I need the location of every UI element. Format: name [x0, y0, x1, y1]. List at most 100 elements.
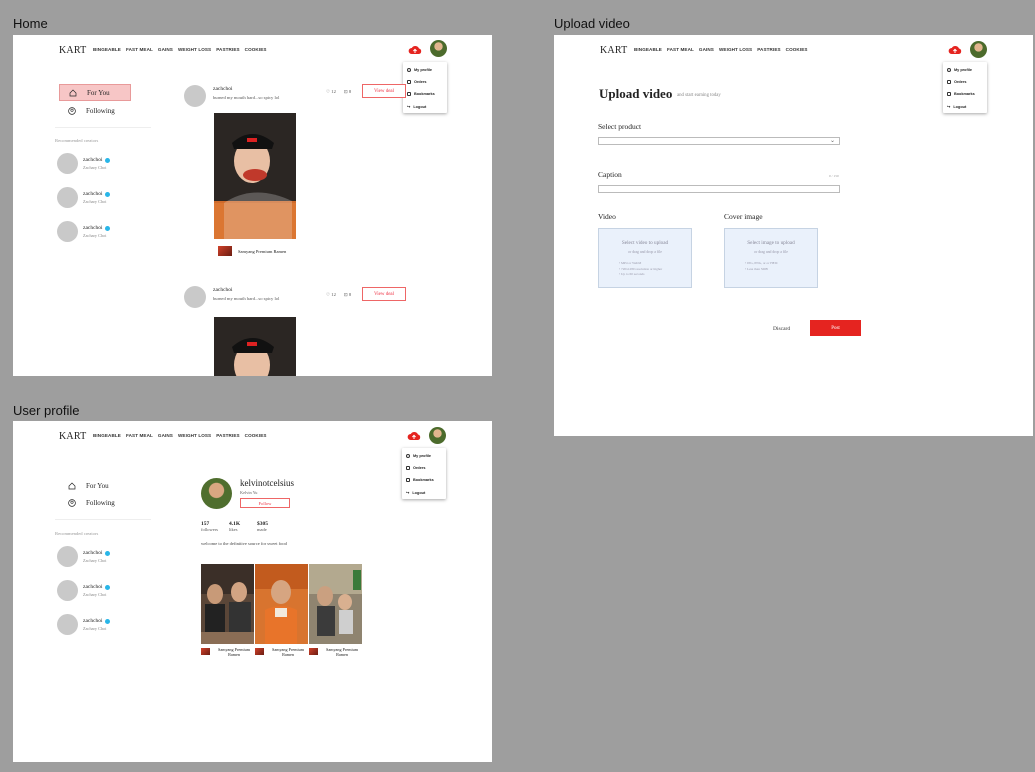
sidebar-item-following[interactable]: Following	[59, 102, 131, 119]
post-username[interactable]: zachchoi	[213, 287, 233, 293]
post-product[interactable]: Samyang Premium Ramen	[218, 246, 286, 256]
creator-avatar	[57, 153, 78, 174]
cart-count[interactable]: ⊡ 8	[344, 292, 351, 298]
post-video[interactable]	[214, 113, 296, 239]
menu-item-bookmarks[interactable]: Bookmarks	[947, 92, 975, 96]
view-deal-button[interactable]: View deal	[362, 84, 406, 98]
menu-item-my-profile[interactable]: My profile	[407, 68, 432, 72]
sidebar-label-following: Following	[86, 498, 115, 507]
nav-link-pastries[interactable]: PASTRIES	[757, 47, 780, 52]
creator-card[interactable]: zachchoi Zachary Choi	[57, 546, 147, 568]
nav-link-gains[interactable]: GAINS	[158, 47, 173, 52]
bag-icon	[407, 80, 411, 84]
nav-link-cookies[interactable]: COOKIES	[786, 47, 808, 52]
cover-image-dropzone[interactable]: Select image to upload or drag and drop …	[724, 228, 818, 288]
product-thumbnail	[201, 648, 210, 655]
menu-item-logout[interactable]: ↪ Logout	[947, 104, 966, 109]
video-caption: Samyang Premium Ramen	[201, 647, 255, 657]
frame-label-upload: Upload video	[554, 16, 630, 31]
creator-card[interactable]: zachchoi Zachary Choi	[57, 221, 147, 243]
nav-link-cookies[interactable]: COOKIES	[245, 433, 267, 438]
caption-input[interactable]	[598, 185, 840, 193]
product-thumbnail	[309, 648, 318, 655]
post-username[interactable]: zachchoi	[213, 86, 233, 92]
frame-label-home: Home	[13, 16, 48, 31]
nav-link-pastries[interactable]: PASTRIES	[216, 433, 239, 438]
nav-link-gains[interactable]: GAINS	[699, 47, 714, 52]
nav-link-weight-loss[interactable]: WEIGHT LOSS	[178, 433, 211, 438]
nav-link-weight-loss[interactable]: WEIGHT LOSS	[719, 47, 752, 52]
avatar[interactable]	[970, 41, 987, 58]
user-circle-icon	[68, 106, 76, 115]
verified-icon	[104, 191, 110, 197]
sidebar-item-for-you[interactable]: For You	[59, 477, 131, 494]
brand-logo[interactable]: KART	[59, 45, 86, 56]
view-deal-button[interactable]: View deal	[362, 287, 406, 301]
post-video[interactable]	[214, 317, 296, 376]
menu-item-orders[interactable]: Orders	[406, 466, 425, 470]
avatar[interactable]	[429, 427, 446, 444]
sidebar-item-for-you[interactable]: For You	[59, 84, 131, 101]
sidebar-label-following: Following	[86, 106, 115, 115]
like-count[interactable]: ♡ 12	[326, 292, 336, 298]
brand-logo[interactable]: KART	[600, 45, 627, 56]
nav-link-bingeable[interactable]: BINGEABLE	[93, 47, 121, 52]
upload-cloud-icon[interactable]	[408, 43, 422, 57]
post-caption: burned my mouth hard...so spicy lol	[213, 296, 280, 301]
nav-link-fast-meal[interactable]: FAST MEAL	[126, 47, 153, 52]
creator-name: Zachary Choi	[83, 626, 107, 631]
select-product-label: Select product	[598, 122, 642, 131]
profile-avatar	[201, 478, 232, 509]
creator-card[interactable]: zachchoi Zachary Choi	[57, 153, 147, 175]
menu-item-orders[interactable]: Orders	[407, 80, 426, 84]
menu-item-logout[interactable]: ↪ Logout	[406, 490, 425, 495]
creator-card[interactable]: zachchoi Zachary Choi	[57, 614, 147, 636]
follow-button[interactable]: Follow	[240, 498, 290, 508]
post-avatar[interactable]	[184, 85, 206, 107]
category-links: BINGEABLE FAST MEAL GAINS WEIGHT LOSS PA…	[93, 47, 267, 52]
upload-cloud-icon[interactable]	[407, 429, 421, 443]
nav-link-fast-meal[interactable]: FAST MEAL	[126, 433, 153, 438]
menu-item-orders[interactable]: Orders	[947, 80, 966, 84]
bookmark-icon	[947, 92, 951, 96]
verified-icon	[104, 584, 110, 590]
nav-link-cookies[interactable]: COOKIES	[245, 47, 267, 52]
creator-card[interactable]: zachchoi Zachary Choi	[57, 187, 147, 209]
discard-button[interactable]: Discard	[773, 326, 790, 332]
post-caption: burned my mouth hard...so spicy lol	[213, 95, 280, 100]
sidebar-item-following[interactable]: Following	[59, 494, 131, 511]
category-links: BINGEABLE FAST MEAL GAINS WEIGHT LOSS PA…	[93, 433, 267, 438]
post-stats: ♡ 12 ⊡ 8	[326, 89, 351, 95]
cart-count[interactable]: ⊡ 8	[344, 89, 351, 95]
nav-link-bingeable[interactable]: BINGEABLE	[93, 433, 121, 438]
creator-card[interactable]: zachchoi Zachary Choi	[57, 580, 147, 602]
video-dropzone[interactable]: Select video to upload or drag and drop …	[598, 228, 692, 288]
stat-likes: 4.1K likes	[229, 521, 241, 532]
profile-video[interactable]	[255, 564, 308, 644]
nav-link-weight-loss[interactable]: WEIGHT LOSS	[178, 47, 211, 52]
profile-video[interactable]	[201, 564, 254, 644]
nav-link-fast-meal[interactable]: FAST MEAL	[667, 47, 694, 52]
nav-link-bingeable[interactable]: BINGEABLE	[634, 47, 662, 52]
menu-item-bookmarks[interactable]: Bookmarks	[406, 478, 434, 482]
creator-name: Zachary Choi	[83, 558, 107, 563]
nav-link-gains[interactable]: GAINS	[158, 433, 173, 438]
menu-item-my-profile[interactable]: My profile	[406, 454, 431, 458]
sidebar-divider	[55, 127, 151, 128]
brand-logo[interactable]: KART	[59, 431, 86, 442]
nav-link-pastries[interactable]: PASTRIES	[216, 47, 239, 52]
account-menu: My profile Orders Bookmarks ↪ Logout	[943, 62, 987, 113]
select-product-dropdown[interactable]: ⌄	[598, 137, 840, 145]
profile-video[interactable]	[309, 564, 362, 644]
bag-icon	[406, 466, 410, 470]
post-button[interactable]: Post	[810, 320, 861, 336]
like-count[interactable]: ♡ 12	[326, 89, 336, 95]
post-avatar[interactable]	[184, 286, 206, 308]
upload-cloud-icon[interactable]	[948, 43, 962, 57]
avatar[interactable]	[430, 40, 447, 57]
stat-made: $305 made	[257, 521, 268, 532]
logout-icon: ↪	[406, 490, 410, 495]
page-title: Upload video	[599, 86, 673, 101]
menu-item-my-profile[interactable]: My profile	[947, 68, 972, 72]
recommended-title: Recommended creators	[55, 531, 99, 536]
